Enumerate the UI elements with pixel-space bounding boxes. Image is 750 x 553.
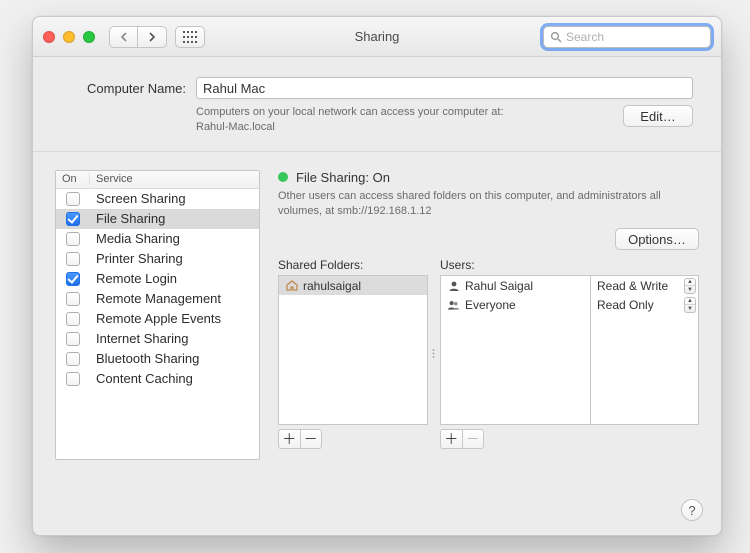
permission-select[interactable]: Read Only ▲▼ (591, 295, 698, 314)
computer-name-section: Computer Name: Rahul Mac Computers on yo… (33, 57, 721, 152)
computer-name-desc-line1: Computers on your local network can acce… (196, 106, 504, 118)
options-button[interactable]: Options… (615, 228, 699, 250)
chevron-right-icon (148, 32, 156, 42)
computer-name-description: Computers on your local network can acce… (196, 105, 613, 135)
services-col-on[interactable]: On (56, 173, 90, 185)
help-button[interactable]: ? (681, 499, 703, 521)
service-checkbox[interactable] (66, 252, 80, 266)
service-checkbox[interactable] (66, 192, 80, 206)
permission-label: Read & Write (597, 279, 668, 293)
service-label: File Sharing (90, 211, 165, 226)
service-row[interactable]: Remote Apple Events (56, 309, 259, 329)
computer-name-value: Rahul Mac (203, 81, 265, 96)
user-label: Everyone (465, 298, 516, 312)
permission-label: Read Only (597, 298, 654, 312)
list-resize-handle-icon[interactable] (431, 346, 436, 355)
services-header: On Service (56, 171, 259, 189)
service-label: Remote Login (90, 271, 177, 286)
chevron-left-icon (120, 32, 128, 42)
service-label: Bluetooth Sharing (90, 351, 199, 366)
shared-folder-label: rahulsaigal (303, 279, 361, 293)
permission-select[interactable]: Read & Write ▲▼ (591, 276, 698, 295)
service-checkbox[interactable] (66, 312, 80, 326)
search-field-container[interactable] (543, 26, 711, 48)
forward-button[interactable] (138, 27, 166, 47)
services-table: On Service Screen Sharing File Sharing Med… (55, 170, 260, 460)
service-checkbox[interactable] (66, 332, 80, 346)
user-item[interactable]: Rahul Saigal (441, 276, 590, 295)
show-all-prefs-button[interactable] (175, 26, 205, 48)
permissions-list: Read & Write ▲▼ Read Only ▲▼ (591, 275, 699, 425)
service-checkbox[interactable] (66, 232, 80, 246)
users-label: Users: (440, 258, 699, 272)
status-title: File Sharing: On (296, 170, 390, 185)
grid-icon (183, 31, 197, 43)
remove-user-button: － (463, 430, 484, 448)
remove-shared-folder-button[interactable]: － (301, 430, 322, 448)
service-label: Content Caching (90, 371, 193, 386)
titlebar: Sharing (33, 17, 721, 57)
minimize-window-button[interactable] (63, 31, 75, 43)
zoom-window-button[interactable] (83, 31, 95, 43)
service-row[interactable]: Internet Sharing (56, 329, 259, 349)
service-row[interactable]: Bluetooth Sharing (56, 349, 259, 369)
service-checkbox[interactable] (66, 272, 80, 286)
service-row[interactable]: File Sharing (56, 209, 259, 229)
user-icon (447, 279, 460, 292)
users-addremove: ＋ － (440, 429, 484, 449)
nav-back-forward (109, 26, 167, 48)
shared-folders-list[interactable]: rahulsaigal (278, 275, 428, 425)
service-label: Internet Sharing (90, 331, 189, 346)
permission-stepper-icon[interactable]: ▲▼ (684, 297, 696, 313)
home-folder-icon (285, 279, 298, 292)
service-row[interactable]: Screen Sharing (56, 189, 259, 209)
back-button[interactable] (110, 27, 138, 47)
services-body: Screen Sharing File Sharing Media Sharing P… (56, 189, 259, 459)
add-shared-folder-button[interactable]: ＋ (279, 430, 301, 448)
main-content: On Service Screen Sharing File Sharing Med… (33, 152, 721, 535)
shared-folder-item[interactable]: rahulsaigal (279, 276, 427, 295)
shared-folders-addremove: ＋ － (278, 429, 322, 449)
services-col-service[interactable]: Service (90, 173, 259, 185)
service-checkbox[interactable] (66, 352, 80, 366)
service-checkbox[interactable] (66, 292, 80, 306)
status-indicator-icon (278, 172, 288, 182)
service-label: Printer Sharing (90, 251, 183, 266)
status-description: Other users can access shared folders on… (278, 189, 699, 219)
service-row[interactable]: Printer Sharing (56, 249, 259, 269)
add-user-button[interactable]: ＋ (441, 430, 463, 448)
service-checkbox[interactable] (66, 212, 80, 226)
service-label: Remote Management (90, 291, 221, 306)
edit-hostname-button[interactable]: Edit… (623, 105, 693, 127)
users-list[interactable]: Rahul Saigal Everyone (440, 275, 591, 425)
computer-name-label: Computer Name: (61, 81, 186, 96)
shared-folders-label: Shared Folders: (278, 258, 428, 272)
service-label: Screen Sharing (90, 191, 186, 206)
service-detail: File Sharing: On Other users can access … (278, 170, 699, 521)
sharing-prefpane-window: Sharing Computer Name: Rahul Mac Compute… (32, 16, 722, 536)
permission-stepper-icon[interactable]: ▲▼ (684, 278, 696, 294)
computer-name-field[interactable]: Rahul Mac (196, 77, 693, 99)
window-controls (43, 31, 95, 43)
search-input[interactable] (566, 30, 704, 44)
close-window-button[interactable] (43, 31, 55, 43)
search-icon (550, 31, 562, 43)
service-label: Remote Apple Events (90, 311, 221, 326)
computer-name-desc-line2: Rahul-Mac.local (196, 121, 275, 133)
service-row[interactable]: Media Sharing (56, 229, 259, 249)
user-label: Rahul Saigal (465, 279, 533, 293)
service-checkbox[interactable] (66, 372, 80, 386)
user-icon (447, 298, 460, 311)
service-row[interactable]: Content Caching (56, 369, 259, 389)
sharing-lists: Shared Folders: rahulsaigal ＋ － Users: (278, 258, 699, 449)
service-label: Media Sharing (90, 231, 180, 246)
user-item[interactable]: Everyone (441, 295, 590, 314)
service-row[interactable]: Remote Login (56, 269, 259, 289)
service-row[interactable]: Remote Management (56, 289, 259, 309)
